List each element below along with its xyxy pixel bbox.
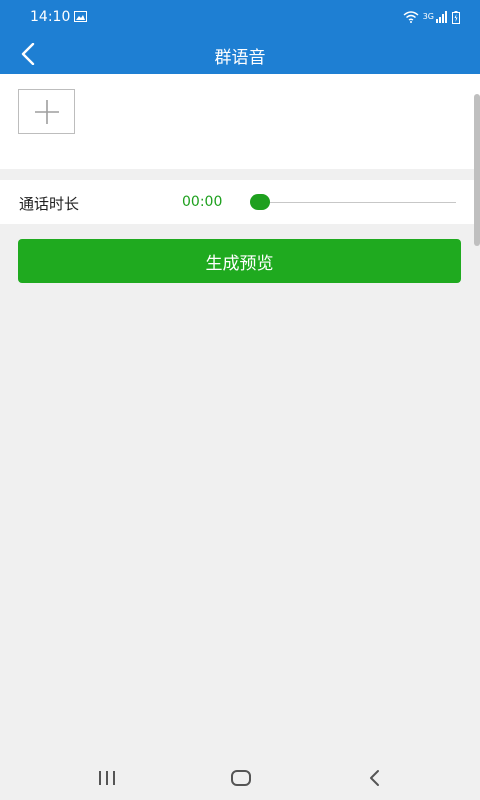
status-time: 14:10 (30, 9, 71, 25)
call-duration-row: 通话时长 00:00 (0, 180, 480, 224)
navigation-bar (0, 756, 480, 800)
call-duration-value: 00:00 (182, 194, 223, 210)
home-icon[interactable] (230, 769, 252, 787)
slider-track[interactable] (260, 202, 456, 203)
add-media-button[interactable] (18, 89, 75, 134)
status-icons: 3G (403, 9, 460, 25)
wifi-icon (403, 11, 419, 23)
signal-icon (436, 11, 447, 23)
gallery-icon (74, 11, 87, 22)
media-panel (0, 74, 480, 169)
network-type-label: 3G (422, 12, 434, 21)
recent-apps-icon[interactable] (97, 770, 117, 786)
slider-thumb[interactable] (250, 194, 270, 210)
status-bar: 14:10 3G (0, 0, 480, 34)
call-duration-slider[interactable] (250, 192, 458, 212)
page-title: 群语音 (214, 48, 266, 68)
scrollbar[interactable] (474, 94, 480, 246)
title-bar: 群语音 (0, 34, 480, 74)
generate-preview-button[interactable]: 生成预览 (18, 239, 461, 283)
plus-icon (34, 99, 59, 124)
back-icon[interactable] (367, 769, 383, 787)
call-duration-label: 通话时长 (19, 195, 80, 213)
battery-icon (452, 10, 460, 24)
